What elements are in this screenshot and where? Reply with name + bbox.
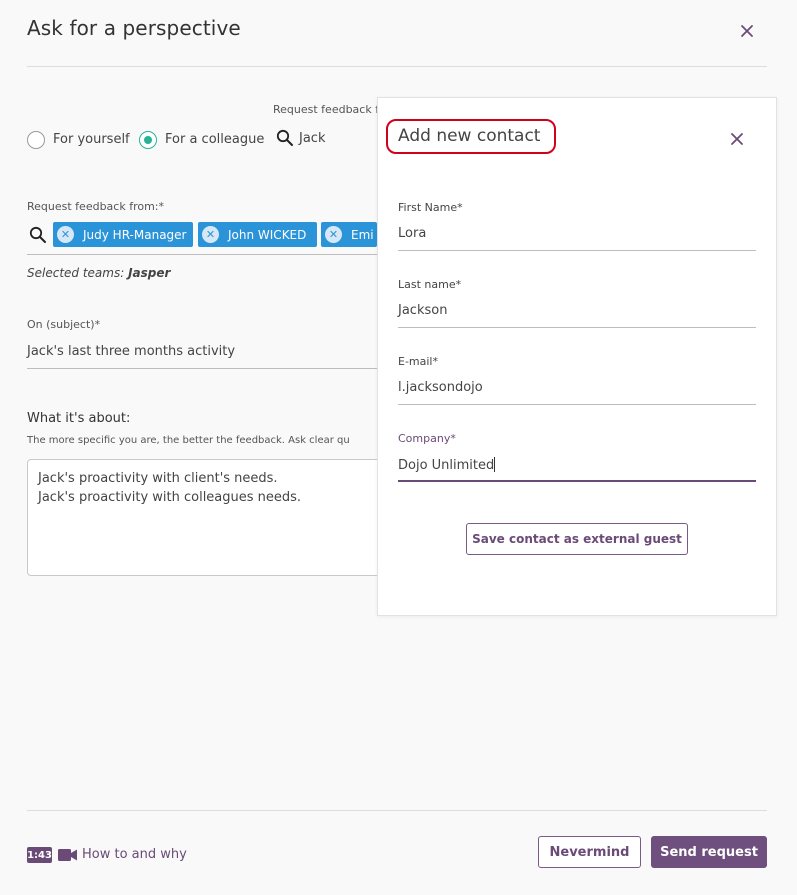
video-duration-badge: 1:43 bbox=[27, 847, 52, 863]
modal-title: Ask for a perspective bbox=[27, 16, 241, 40]
search-icon bbox=[29, 226, 46, 243]
video-camera-icon bbox=[58, 849, 77, 861]
search-icon bbox=[276, 129, 293, 146]
recipient-chip-label: John WICKED bbox=[228, 227, 307, 242]
radio-for-yourself-label: For yourself bbox=[53, 132, 130, 147]
email-label: E-mail* bbox=[398, 355, 438, 368]
recipients-label: Request feedback from:* bbox=[27, 200, 165, 213]
subject-input[interactable]: Jack's last three months activity bbox=[27, 344, 235, 359]
how-to-link[interactable]: How to and why bbox=[82, 847, 187, 862]
header-divider bbox=[27, 66, 767, 67]
request-for-label: Request feedback f bbox=[273, 103, 380, 116]
save-contact-button[interactable]: Save contact as external guest bbox=[466, 523, 688, 555]
subject-underline bbox=[27, 368, 377, 369]
selected-teams-value: Jasper bbox=[128, 266, 171, 280]
first-name-underline bbox=[398, 250, 756, 251]
last-name-label: Last name* bbox=[398, 278, 462, 291]
selected-teams: Selected teams: Jasper bbox=[27, 266, 170, 280]
about-hint: The more specific you are, the better th… bbox=[27, 435, 350, 446]
first-name-input[interactable]: Lora bbox=[398, 226, 426, 241]
footer-divider bbox=[27, 810, 767, 811]
add-contact-panel: Add new contact First Name* Lora Last na… bbox=[377, 97, 777, 616]
subject-label: On (subject)* bbox=[27, 318, 101, 331]
radio-for-yourself[interactable] bbox=[27, 131, 45, 149]
email-underline bbox=[398, 404, 756, 405]
recipient-chip: ✕ Judy HR-Manager bbox=[53, 222, 193, 247]
recipient-chip-label: Judy HR-Manager bbox=[83, 227, 187, 242]
last-name-input[interactable]: Jackson bbox=[398, 303, 447, 318]
about-line: Jack's proactivity with colleagues needs… bbox=[38, 490, 302, 505]
close-icon[interactable] bbox=[739, 23, 755, 39]
selected-teams-prefix: Selected teams: bbox=[27, 266, 125, 280]
remove-chip-icon[interactable]: ✕ bbox=[57, 226, 74, 243]
radio-for-colleague[interactable] bbox=[139, 131, 157, 149]
company-value: Dojo Unlimited bbox=[398, 458, 495, 473]
recipients-underline bbox=[27, 254, 377, 255]
recipient-chip: ✕ Emi bbox=[321, 222, 377, 247]
first-name-label: First Name* bbox=[398, 201, 463, 214]
company-input[interactable]: Dojo Unlimited bbox=[398, 457, 496, 473]
recipient-chip-label: Emi bbox=[351, 227, 374, 242]
remove-chip-icon[interactable]: ✕ bbox=[325, 226, 342, 243]
radio-for-colleague-label: For a colleague bbox=[165, 132, 265, 147]
company-underline-active bbox=[398, 480, 756, 482]
nevermind-button[interactable]: Nevermind bbox=[538, 836, 641, 868]
company-label: Company* bbox=[398, 432, 456, 445]
about-line: Jack's proactivity with client's needs. bbox=[38, 471, 278, 486]
colleague-search-input[interactable]: Jack bbox=[299, 131, 325, 146]
last-name-underline bbox=[398, 327, 756, 328]
remove-chip-icon[interactable]: ✕ bbox=[202, 226, 219, 243]
close-icon[interactable] bbox=[729, 131, 745, 147]
email-input[interactable]: l.jacksondojo bbox=[398, 380, 483, 395]
recipient-chip: ✕ John WICKED bbox=[198, 222, 317, 247]
contact-panel-title: Add new contact bbox=[398, 126, 541, 146]
about-textarea[interactable]: Jack's proactivity with client's needs. … bbox=[27, 459, 387, 576]
send-request-button[interactable]: Send request bbox=[651, 836, 767, 868]
text-cursor bbox=[494, 457, 496, 472]
about-heading: What it's about: bbox=[27, 411, 131, 426]
